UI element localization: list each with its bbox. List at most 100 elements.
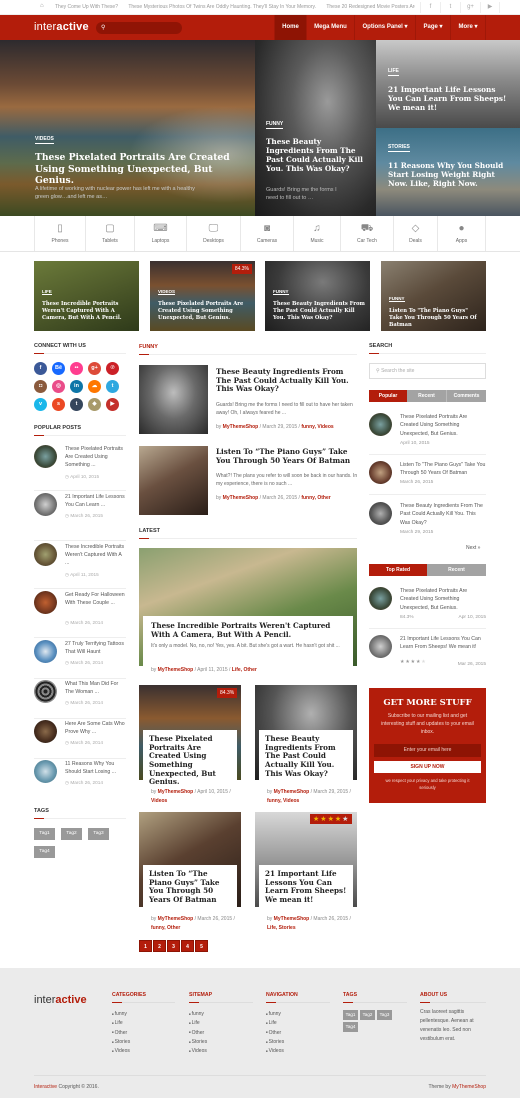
category-phones[interactable]: ▯ Phones: [34, 216, 85, 251]
post-title[interactable]: These Pixelated Portraits Are Created Us…: [149, 734, 231, 787]
category-apps[interactable]: ● Apps: [437, 216, 486, 251]
footer-link[interactable]: funny: [189, 1011, 204, 1017]
facebook-icon[interactable]: f: [34, 362, 47, 375]
author-link[interactable]: MyThemeShop: [223, 424, 259, 430]
email-input[interactable]: Enter your email here: [374, 744, 481, 757]
next-link[interactable]: Next »: [466, 545, 480, 551]
home-icon[interactable]: ⌂: [40, 3, 44, 9]
theme-author-link[interactable]: MyThemeShop: [452, 1084, 486, 1090]
author-link[interactable]: MyThemeShop: [158, 789, 194, 795]
category-cameras[interactable]: ◙ Cameras: [240, 216, 293, 251]
footer-link[interactable]: Videos: [112, 1048, 130, 1054]
tumblr-icon[interactable]: t: [70, 398, 83, 411]
post-title[interactable]: 11 Reasons Why You Should Start Losing .…: [65, 760, 126, 776]
post-title[interactable]: These Beauty Ingredients From The Past C…: [265, 734, 347, 778]
facebook-icon[interactable]: f: [420, 2, 440, 13]
post-title[interactable]: Listen To “The Piano Guys” Take You Thro…: [149, 869, 231, 905]
hero-second[interactable]: FUNNY These Beauty Ingredients From The …: [255, 40, 376, 216]
hero-category[interactable]: LIFE: [388, 68, 399, 76]
author-link[interactable]: MyThemeShop: [274, 916, 310, 922]
footer-link[interactable]: Stories: [266, 1039, 285, 1045]
hero-fourth[interactable]: STORIES 11 Reasons Why You Should Start …: [376, 128, 520, 216]
nav-home[interactable]: Home: [274, 15, 306, 40]
footer-tag[interactable]: Tag4: [343, 1022, 358, 1032]
sidebar-search-input[interactable]: ⚲ Search the site: [369, 363, 486, 379]
featured-category[interactable]: FUNNY: [389, 296, 405, 302]
hero-title[interactable]: These Beauty Ingredients From The Past C…: [266, 137, 371, 173]
post-title[interactable]: Get Ready For Halloween With These Coupl…: [65, 591, 126, 607]
featured-title[interactable]: These Incredible Portraits Weren't Captu…: [42, 301, 135, 321]
author-link[interactable]: MyThemeShop: [223, 495, 259, 501]
twitter-icon[interactable]: t: [106, 380, 119, 393]
tag-button[interactable]: Tag4: [34, 846, 55, 858]
footer-link[interactable]: Stories: [189, 1039, 208, 1045]
hero-third[interactable]: LIFE 21 Important Life Lessons You Can L…: [376, 40, 520, 128]
tag-button[interactable]: Tag1: [34, 828, 55, 840]
category-links[interactable]: Life, Other: [232, 667, 257, 673]
post-title[interactable]: What This Man Did For The Woman ...: [65, 680, 126, 696]
footer-tag[interactable]: Tag2: [360, 1010, 375, 1020]
footer-link[interactable]: Stories: [112, 1039, 131, 1045]
sign-up-button[interactable]: SIGN UP NOW: [374, 761, 481, 773]
featured-title[interactable]: These Pixelated Portraits Are Created Us…: [158, 301, 251, 321]
category-music[interactable]: ♫ Music: [293, 216, 340, 251]
linkedin-icon[interactable]: in: [70, 380, 83, 393]
category-desktops[interactable]: 🖵 Desktops: [186, 216, 240, 251]
author-link[interactable]: MyThemeShop: [158, 916, 194, 922]
footer-tag[interactable]: Tag1: [343, 1010, 358, 1020]
hero-title[interactable]: These Pixelated Portraits Are Created Us…: [35, 152, 250, 187]
author-link[interactable]: MyThemeShop: [274, 789, 310, 795]
vimeo-icon[interactable]: v: [34, 398, 47, 411]
footer-link[interactable]: funny: [266, 1011, 281, 1017]
post-title[interactable]: These Incredible Portraits Weren't Captu…: [151, 621, 345, 639]
github-icon[interactable]: ◆: [88, 398, 101, 411]
behance-icon[interactable]: Bē: [52, 362, 65, 375]
page-5[interactable]: 5: [195, 940, 208, 952]
footer-tag[interactable]: Tag3: [377, 1010, 392, 1020]
post-title[interactable]: 21 Important Life Lessons You Can Learn …: [265, 869, 347, 905]
twitter-icon[interactable]: t: [440, 2, 460, 13]
tab-popular[interactable]: Popular: [369, 390, 407, 402]
featured-category[interactable]: FUNNY: [273, 289, 289, 295]
footer-link[interactable]: Videos: [189, 1048, 207, 1054]
nav-options-panel[interactable]: Options Panel ▾: [354, 15, 415, 40]
ticker-item[interactable]: These 20 Redesigned Movie Posters Are: [326, 4, 415, 10]
hero-title[interactable]: 11 Reasons Why You Should Start Losing W…: [388, 161, 512, 188]
youtube-icon[interactable]: ▶: [480, 2, 500, 13]
pinterest-icon[interactable]: ℗: [106, 362, 119, 375]
page-3[interactable]: 3: [167, 940, 180, 952]
ticker-item[interactable]: These Mysterious Photos Of Twins Are Odd…: [128, 4, 316, 10]
nav-search-input[interactable]: ⚲: [96, 22, 182, 34]
stumbleupon-icon[interactable]: s: [52, 398, 65, 411]
featured-post[interactable]: FUNNY These Beauty Ingredients From The …: [265, 261, 370, 331]
category-links[interactable]: funny, Other: [301, 495, 330, 501]
post-title[interactable]: These Pixelated Portraits Are Created Us…: [400, 587, 486, 612]
post-title[interactable]: Listen To “The Piano Guys” Take You Thro…: [216, 447, 358, 465]
tab-top-rated[interactable]: Top Rated: [369, 564, 427, 576]
dribbble-icon[interactable]: ◎: [52, 380, 65, 393]
category-laptops[interactable]: ⌨ Laptops: [134, 216, 186, 251]
featured-title[interactable]: These Beauty Ingredients From The Past C…: [273, 301, 366, 321]
footer-link[interactable]: Life: [266, 1020, 277, 1026]
flickr-icon[interactable]: ••: [70, 362, 83, 375]
post-title[interactable]: These Pixelated Portraits Are Created Us…: [65, 445, 126, 469]
page-4[interactable]: 4: [181, 940, 194, 952]
category-car-tech[interactable]: ⛟ Car Tech: [340, 216, 393, 251]
post-title[interactable]: These Beauty Ingredients From The Past C…: [400, 502, 486, 527]
nav-more[interactable]: More ▾: [450, 15, 486, 40]
post-thumbnail[interactable]: [139, 446, 208, 515]
copyright-brand-link[interactable]: Interactive: [34, 1084, 57, 1090]
footer-link[interactable]: Other: [112, 1030, 128, 1036]
nav-page[interactable]: Page ▾: [415, 15, 450, 40]
tab-recent-2[interactable]: Recent: [427, 564, 486, 576]
post-title[interactable]: These Pixelated Portraits Are Created Us…: [400, 413, 486, 438]
category-links[interactable]: funny, Other: [151, 925, 180, 931]
category-deals[interactable]: ◇ Deals: [393, 216, 437, 251]
author-link[interactable]: MyThemeShop: [158, 667, 194, 673]
post-title[interactable]: 27 Truly Terrifying Tattoos That Will Ha…: [65, 640, 126, 656]
featured-post[interactable]: LIFE These Incredible Portraits Weren't …: [34, 261, 139, 331]
featured-title[interactable]: Listen To "The Piano Guys" Take You Thro…: [389, 308, 482, 328]
category-links[interactable]: funny, Videos: [267, 798, 299, 804]
featured-category[interactable]: LIFE: [42, 289, 52, 295]
featured-category[interactable]: VIDEOS: [158, 289, 176, 295]
